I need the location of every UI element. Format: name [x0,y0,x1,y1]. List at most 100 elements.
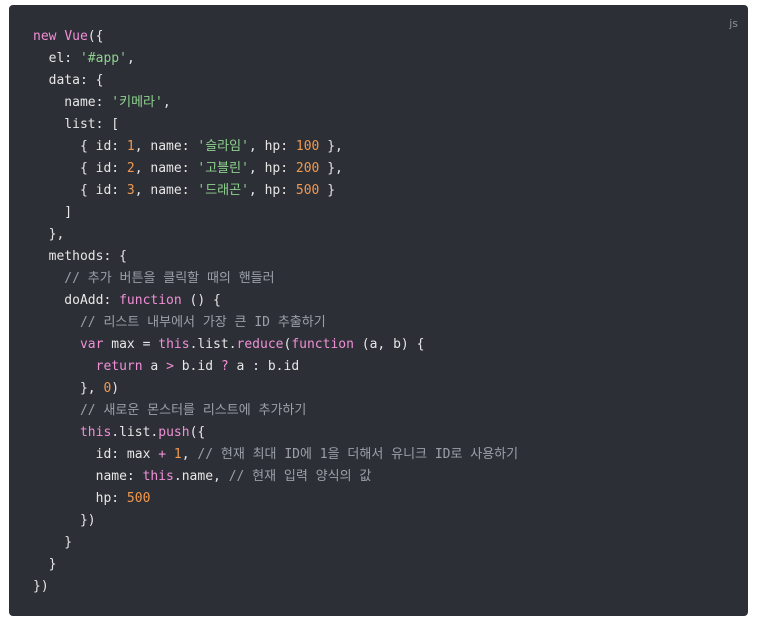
language-label: js [729,17,738,30]
code-token: }, [319,139,343,154]
code-token: var [79,337,104,352]
code-token: ] [33,205,73,220]
code-token: function [291,337,354,352]
code-token: + [158,447,167,462]
code-line: var max = this.list.reduce(function (a, … [33,334,518,356]
code-token: list: [ [33,117,120,132]
code-token: 3 [126,183,135,198]
code-token: , [162,95,171,110]
code-line: el: '#app', [33,48,518,70]
code-token: this [142,469,174,484]
code-token: // 현재 최대 ID에 1을 더해서 유니크 ID로 사용하기 [197,447,519,462]
code-line: } [33,532,518,554]
code-line: return a > b.id ? a : b.id [33,356,518,378]
code-token: // 새로운 몬스터를 리스트에 추가하기 [33,403,307,418]
code-token: name: [33,95,112,110]
code-line: }) [33,510,518,532]
code-token: (a, b) { [353,337,425,352]
code-token: b.id [173,359,221,374]
code-token: .list. [189,337,237,352]
code-token: } [33,557,57,572]
code-token: .list. [111,425,159,440]
code-token: 100 [295,139,320,154]
code-token: reduce [236,337,284,352]
code-line: // 추가 버튼을 클릭할 때의 핸들러 [33,268,518,290]
code-token: ({ [87,29,104,44]
code-token: Vue [64,29,88,44]
code-token: .name, [173,469,229,484]
code-token: ) [111,381,120,396]
code-token: , name: [134,183,198,198]
code-token: max = [103,337,159,352]
code-token: 2 [126,161,135,176]
code-token: doAdd: [33,293,120,308]
code-token: }, [319,161,343,176]
code-token: 500 [126,491,151,506]
code-token: '키메라' [111,95,163,110]
code-token: , [126,51,135,66]
code-line: name: this.name, // 현재 입력 양식의 값 [33,466,518,488]
code-token: } [319,183,336,198]
code-token: }) [33,579,49,594]
code-line: new Vue({ [33,26,518,48]
code-token: { id: [33,183,127,198]
code-token: { id: [33,161,127,176]
code-token: 1 [173,447,182,462]
code-token: data: { [33,73,104,88]
code-token: 200 [295,161,320,176]
code-token: // 현재 입력 양식의 값 [228,469,372,484]
code-token: , name: [134,139,198,154]
code-token: , name: [134,161,198,176]
code-token: id: max [33,447,159,462]
code-token: push [158,425,190,440]
code-token: 500 [295,183,320,198]
code-token: a : b.id [228,359,300,374]
code-line: this.list.push({ [33,422,518,444]
code-token: methods: { [33,249,127,264]
code-line: { id: 3, name: '드래곤', hp: 500 } [33,180,518,202]
code-token: () { [181,293,221,308]
code-token: this [158,337,190,352]
code-line: // 새로운 몬스터를 리스트에 추가하기 [33,400,518,422]
code-token: , hp: [248,161,296,176]
code-token: // 리스트 내부에서 가장 큰 ID 추출하기 [33,315,326,330]
code-line: // 리스트 내부에서 가장 큰 ID 추출하기 [33,312,518,334]
code-line: list: [ [33,114,518,136]
code-content: new Vue({ el: '#app', data: { name: '키메라… [33,26,518,598]
code-line: hp: 500 [33,488,518,510]
code-line: }, 0) [33,378,518,400]
code-token: ({ [189,425,206,440]
code-line: ] [33,202,518,224]
code-token: > [166,359,174,374]
code-token: // 추가 버튼을 클릭할 때의 핸들러 [33,271,275,286]
code-token: , hp: [248,139,296,154]
code-line: name: '키메라', [33,92,518,114]
code-line: id: max + 1, // 현재 최대 ID에 1을 더해서 유니크 ID로… [33,444,519,466]
code-token: }) [33,513,96,528]
code-token: ? [220,359,229,374]
code-token: } [33,535,73,550]
code-token: , hp: [248,183,296,198]
code-token: , [181,447,198,462]
code-line: { id: 2, name: '고블린', hp: 200 }, [33,158,518,180]
code-token: this [79,425,112,440]
code-token: '슬라임' [197,139,249,154]
code-token: a [142,359,167,374]
code-token: function [119,293,182,308]
code-token: '#app' [79,51,127,66]
code-token: }, [33,227,65,242]
code-token: '고블린' [197,161,249,176]
code-line: } [33,554,518,576]
code-token: el: [33,51,80,66]
code-block: js new Vue({ el: '#app', data: { name: '… [9,5,748,616]
code-line: methods: { [33,246,518,268]
code-line: { id: 1, name: '슬라임', hp: 100 }, [33,136,518,158]
code-line: data: { [33,70,518,92]
code-token: { id: [33,139,127,154]
code-token: 1 [126,139,135,154]
code-token: return [95,359,143,374]
code-token: name: [33,469,143,484]
